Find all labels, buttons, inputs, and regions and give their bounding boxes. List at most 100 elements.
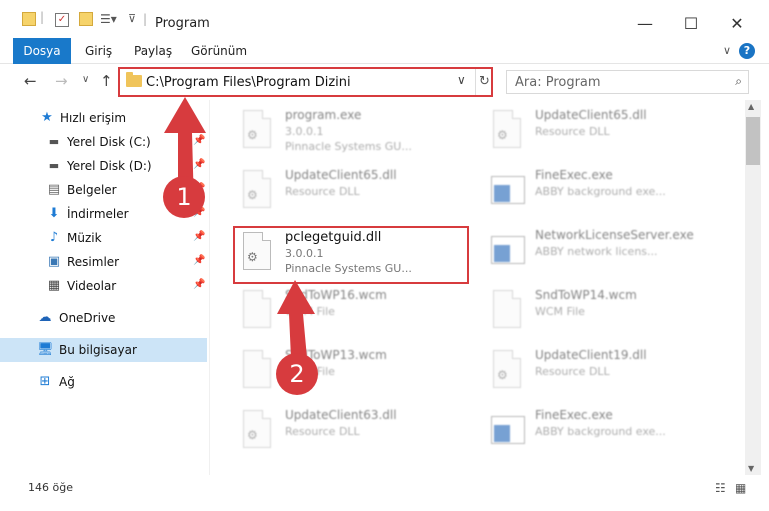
vertical-scrollbar[interactable]: ▲ ▼	[745, 100, 761, 475]
pin-icon[interactable]: 📌	[193, 255, 205, 266]
app-icon	[489, 228, 525, 272]
sidebar-item-network[interactable]: ⊞ Ağ	[0, 370, 207, 394]
file-detail: ABBY background exe...	[535, 425, 666, 438]
sidebar-item-label: Yerel Disk (D:)	[67, 159, 152, 173]
search-placeholder[interactable]: Ara: Program	[515, 75, 601, 90]
title-bar: | ✓ ☰▾ ⊽ | Program — ☐ ✕	[0, 0, 769, 38]
file-tile[interactable]: SndToWP16.wcm WCM File	[233, 284, 483, 342]
pin-icon[interactable]: 📌	[193, 279, 205, 290]
pictures-icon: ▣	[47, 254, 61, 269]
file-name: UpdateClient65.dll	[535, 108, 647, 122]
back-arrow-icon[interactable]: ←	[24, 72, 37, 90]
large-icons-view-icon[interactable]: ▦	[735, 481, 746, 495]
file-name: SndToWP14.wcm	[535, 288, 637, 302]
sidebar-item-label: OneDrive	[59, 311, 116, 325]
drive-icon: ▬	[48, 135, 60, 148]
quick-access-dropdown-icon[interactable]: ⊽	[128, 12, 136, 25]
file-name: UpdateClient19.dll	[535, 348, 647, 362]
app-icon	[489, 408, 525, 452]
step-badge-1: 1	[163, 176, 205, 218]
dll-icon: ⚙	[239, 408, 275, 452]
sidebar-item-pictures[interactable]: ▣ Resimler 📌	[0, 250, 207, 274]
pin-icon[interactable]: 📌	[193, 231, 205, 242]
dll-icon: ⚙	[489, 108, 525, 152]
sidebar-item-videos[interactable]: ▦ Videolar 📌	[0, 274, 207, 298]
forward-arrow-icon[interactable]: →	[55, 72, 68, 90]
file-name: program.exe	[285, 108, 362, 122]
search-icon[interactable]: ⌕	[735, 74, 742, 89]
ribbon: Dosya Giriş Paylaş Görünüm ∨ ?	[0, 38, 769, 64]
file-icon	[239, 288, 275, 332]
sidebar-item-label: Videolar	[67, 279, 117, 293]
tab-home[interactable]: Giriş	[73, 38, 124, 64]
file-name: NetworkLicenseServer.exe	[535, 228, 694, 242]
file-detail: Resource DLL	[535, 125, 610, 138]
dll-icon: ⚙	[489, 348, 525, 392]
sidebar-item-onedrive[interactable]: ☁ OneDrive	[0, 306, 207, 330]
window-title: Program	[155, 16, 210, 31]
file-tile[interactable]: ⚙ UpdateClient65.dll Resource DLL	[233, 164, 483, 222]
app-icon	[489, 168, 525, 212]
folder-icon	[126, 72, 142, 87]
file-tile[interactable]: FineExec.exe ABBY background exe...	[483, 164, 733, 222]
highlight-box	[233, 226, 469, 284]
folder-icon	[22, 12, 36, 26]
details-view-icon[interactable]: ☷	[715, 481, 726, 495]
exe-icon: ⚙	[239, 108, 275, 152]
sidebar-item-label: Bu bilgisayar	[59, 343, 137, 357]
item-count: 146 öğe	[28, 481, 73, 494]
customize-icon[interactable]: ☰▾	[100, 12, 117, 26]
music-icon: ♪	[49, 230, 59, 245]
new-folder-icon[interactable]	[79, 12, 93, 26]
scrollbar-thumb[interactable]	[746, 117, 760, 165]
sidebar-item-label: Ağ	[59, 375, 75, 389]
recent-locations-icon[interactable]: ∨	[82, 74, 89, 85]
file-tile[interactable]: SndToWP13.wcm WCM File	[233, 344, 483, 402]
chevron-down-icon[interactable]: ∨	[457, 73, 466, 87]
network-icon: ⊞	[39, 374, 51, 389]
drive-icon: ▬	[48, 159, 60, 172]
sidebar-item-label: Yerel Disk (C:)	[67, 135, 151, 149]
file-tile[interactable]: NetworkLicenseServer.exe ABBY network li…	[483, 224, 733, 282]
cloud-icon: ☁	[38, 310, 52, 325]
help-icon[interactable]: ?	[739, 43, 755, 59]
file-tile[interactable]: SndToWP14.wcm WCM File	[483, 284, 733, 342]
step-badge-2: 2	[276, 353, 318, 395]
expand-ribbon-icon[interactable]: ∨	[723, 44, 731, 57]
sidebar-item-music[interactable]: ♪ Müzik 📌	[0, 226, 207, 250]
file-name: UpdateClient63.dll	[285, 408, 397, 422]
file-name: UpdateClient65.dll	[285, 168, 397, 182]
divider: |	[40, 10, 45, 24]
file-tile[interactable]: ⚙ UpdateClient65.dll Resource DLL	[483, 104, 733, 162]
properties-icon[interactable]: ✓	[55, 13, 69, 27]
file-tile[interactable]: ⚙ program.exe 3.0.0.1 Pinnacle Systems G…	[233, 104, 483, 162]
file-detail: Resource DLL	[535, 365, 610, 378]
up-arrow-icon[interactable]: ↑	[100, 72, 113, 90]
address-path[interactable]: C:\Program Files\Program Dizini	[146, 75, 351, 90]
file-detail: Resource DLL	[285, 185, 360, 198]
file-tile[interactable]: ⚙ UpdateClient63.dll Resource DLL	[233, 404, 483, 462]
dll-icon: ⚙	[239, 168, 275, 212]
scroll-down-icon[interactable]: ▼	[748, 464, 754, 473]
film-icon: ▦	[47, 278, 61, 293]
sidebar-item-label: Belgeler	[67, 183, 117, 197]
minimize-button[interactable]: —	[622, 10, 668, 38]
sidebar-item-this-pc[interactable]: 🖥 Bu bilgisayar	[0, 338, 207, 362]
address-bar[interactable]: C:\Program Files\Program Dizini ∨ ↻	[118, 67, 493, 97]
maximize-button[interactable]: ☐	[668, 10, 714, 38]
file-icon	[489, 288, 525, 332]
file-detail: 3.0.0.1	[285, 125, 324, 138]
tab-view[interactable]: Görünüm	[179, 38, 259, 64]
refresh-icon[interactable]: ↻	[475, 69, 493, 95]
sidebar-item-label: Müzik	[67, 231, 102, 245]
file-icon	[239, 348, 275, 392]
sidebar-item-label: İndirmeler	[67, 207, 129, 221]
tab-file[interactable]: Dosya	[13, 38, 71, 64]
tab-share[interactable]: Paylaş	[122, 38, 184, 64]
file-tile[interactable]: ⚙ UpdateClient19.dll Resource DLL	[483, 344, 733, 402]
file-tile[interactable]: FineExec.exe ABBY background exe...	[483, 404, 733, 462]
search-input[interactable]: Ara: Program ⌕	[506, 70, 749, 94]
sidebar-item-label: Resimler	[67, 255, 120, 269]
scroll-up-icon[interactable]: ▲	[748, 102, 754, 111]
close-button[interactable]: ✕	[714, 10, 760, 38]
